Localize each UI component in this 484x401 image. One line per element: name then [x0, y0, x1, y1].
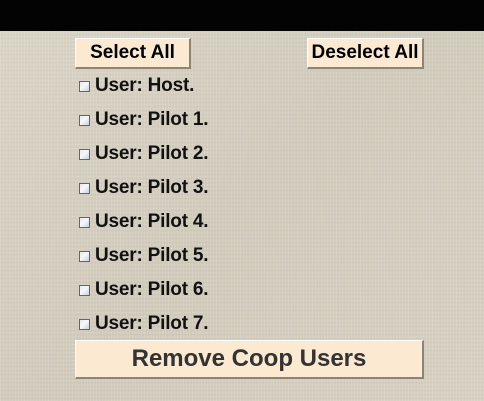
user-row-pilot-1[interactable]: User: Pilot 1.: [79, 108, 279, 132]
user-label: User: Pilot 5.: [95, 245, 209, 266]
top-bar: [0, 0, 484, 31]
user-row-pilot-3[interactable]: User: Pilot 3.: [79, 176, 279, 200]
user-checkbox[interactable]: [79, 250, 90, 262]
deselect-all-button[interactable]: Deselect All: [307, 38, 424, 69]
user-label: User: Pilot 2.: [95, 143, 209, 164]
user-checkbox[interactable]: [79, 80, 90, 92]
user-label: User: Pilot 3.: [95, 177, 209, 198]
user-row-pilot-7[interactable]: User: Pilot 7.: [79, 312, 279, 336]
user-row-host[interactable]: User: Host.: [79, 74, 279, 98]
user-row-pilot-4[interactable]: User: Pilot 4.: [79, 210, 279, 234]
user-label: User: Host.: [95, 75, 195, 96]
user-checkbox[interactable]: [79, 284, 90, 296]
remove-coop-users-button[interactable]: Remove Coop Users: [75, 340, 424, 379]
user-row-pilot-2[interactable]: User: Pilot 2.: [79, 142, 279, 166]
user-label: User: Pilot 6.: [95, 279, 209, 300]
user-label: User: Pilot 4.: [95, 211, 209, 232]
user-row-pilot-6[interactable]: User: Pilot 6.: [79, 278, 279, 302]
user-checkbox[interactable]: [79, 216, 90, 228]
select-all-button[interactable]: Select All: [75, 38, 191, 69]
user-checkbox[interactable]: [79, 114, 90, 126]
user-label: User: Pilot 1.: [95, 109, 209, 130]
user-checkbox[interactable]: [79, 148, 90, 160]
user-checkbox[interactable]: [79, 318, 90, 330]
user-checkbox[interactable]: [79, 182, 90, 194]
user-label: User: Pilot 7.: [95, 313, 209, 334]
user-row-pilot-5[interactable]: User: Pilot 5.: [79, 244, 279, 268]
